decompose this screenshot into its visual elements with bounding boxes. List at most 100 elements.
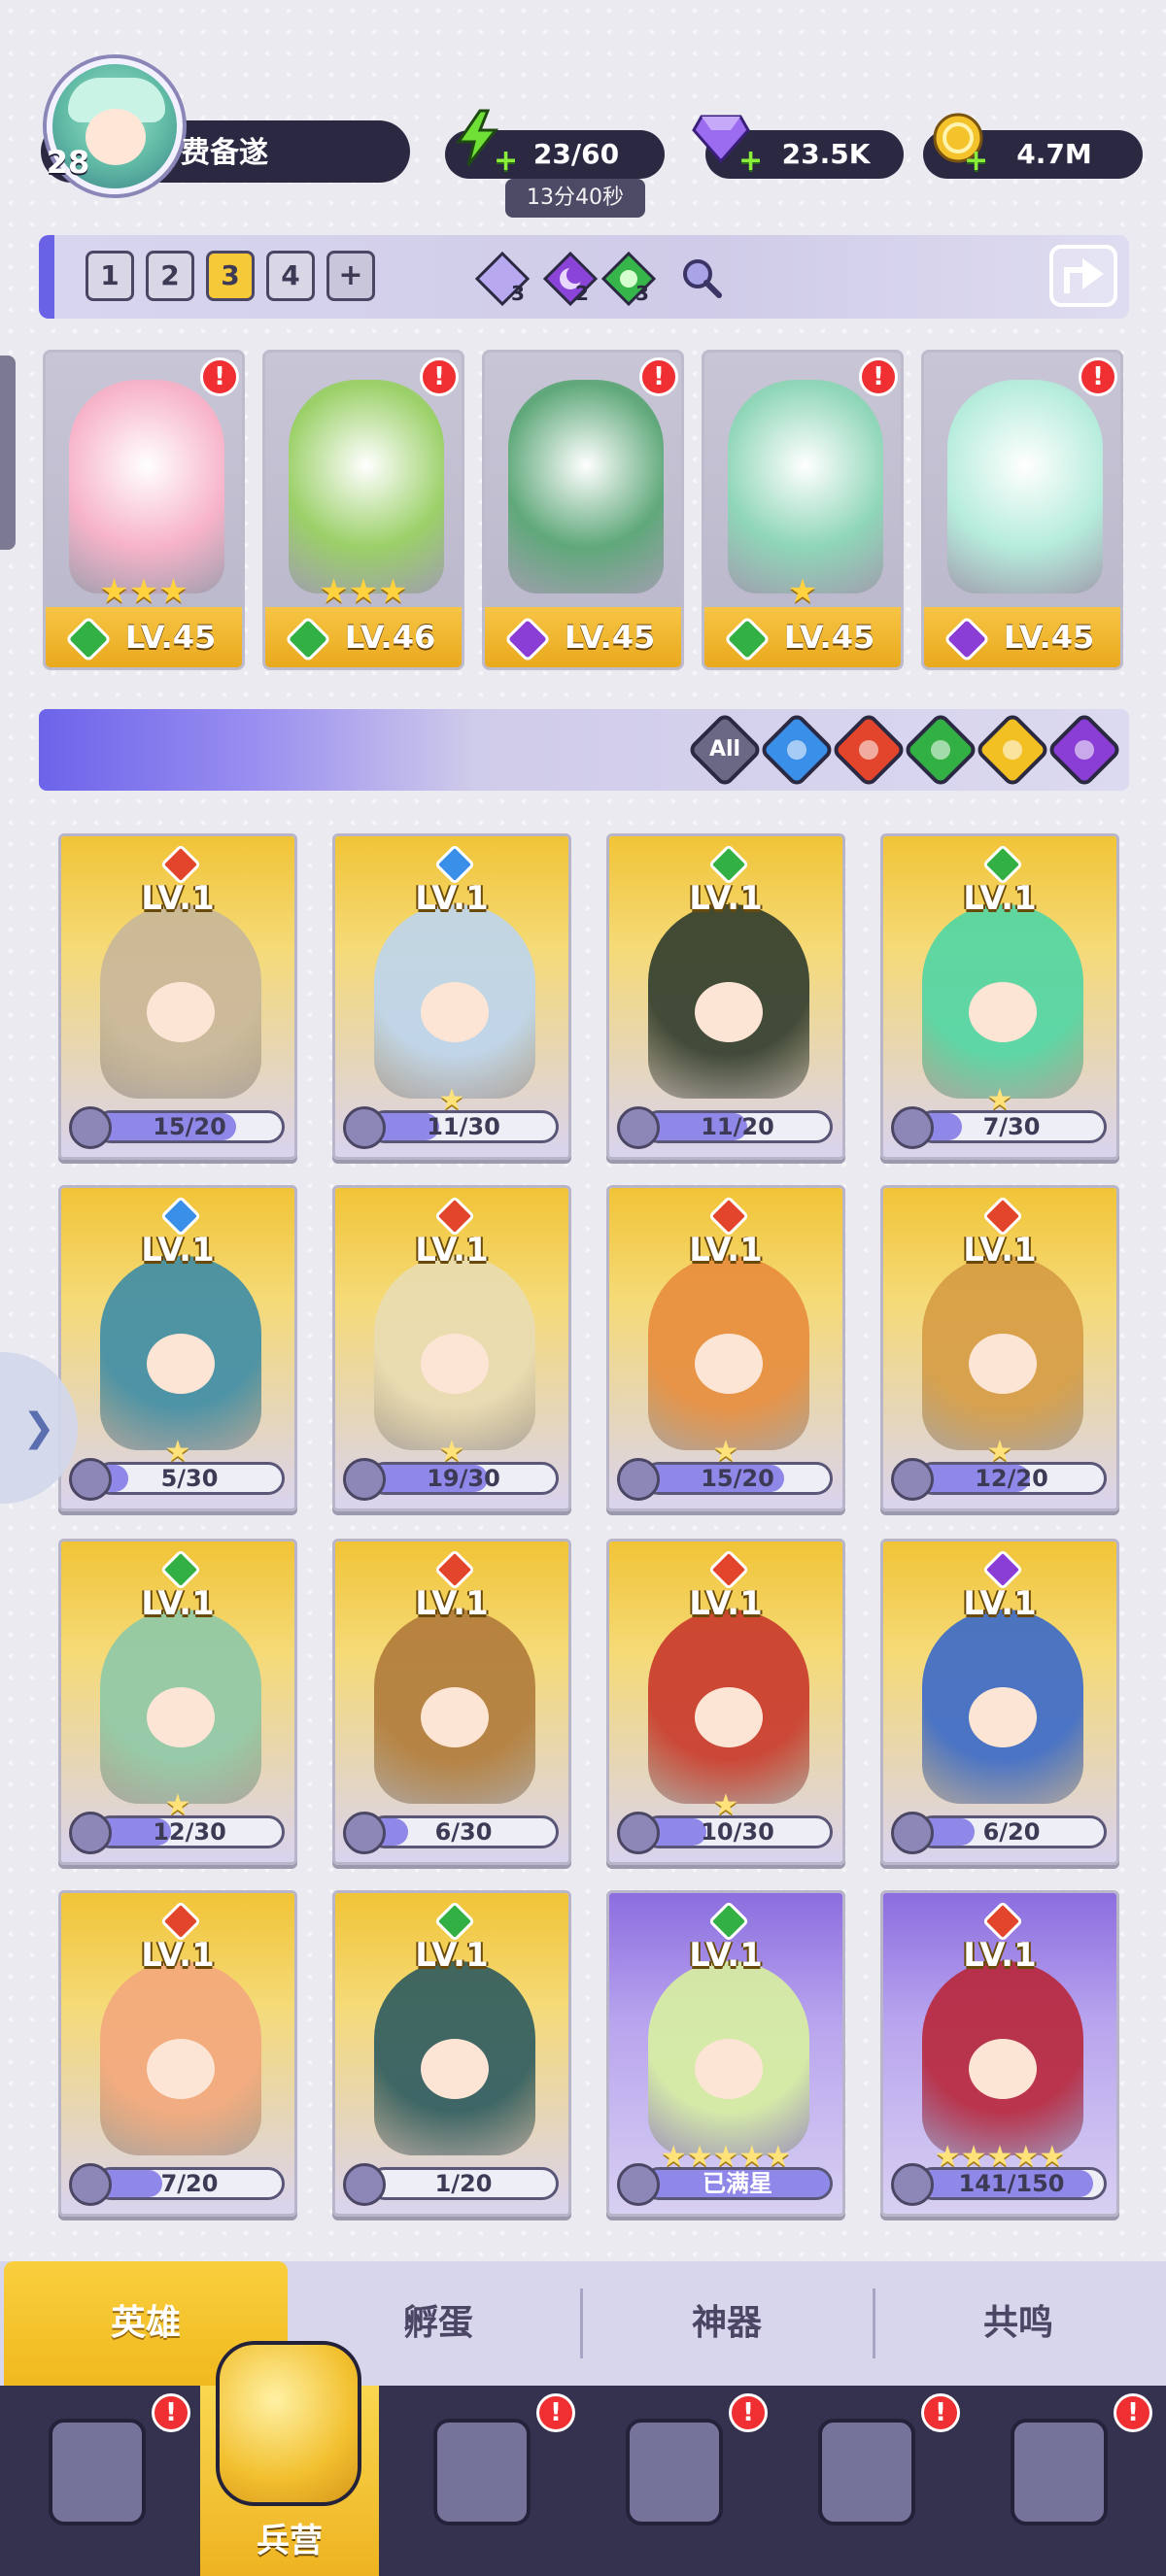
alert-badge-icon: ! (1114, 2393, 1152, 2432)
shard-count: 5/30 (160, 1465, 219, 1492)
nature-element-icon (723, 615, 771, 663)
shard-count: 141/150 (958, 2170, 1065, 2197)
team-tab-3[interactable]: 3 (206, 251, 255, 301)
team-tab-4[interactable]: 4 (266, 251, 315, 301)
castle-icon (626, 2419, 723, 2525)
add-gems-icon[interactable]: + (738, 144, 763, 178)
alert-badge-icon: ! (921, 2393, 960, 2432)
hero-level: LV.1 (141, 879, 215, 918)
magnifier-icon[interactable] (678, 254, 725, 301)
hero-level: LV.1 (415, 879, 489, 918)
shard-count: 15/20 (153, 1113, 226, 1140)
hero-card[interactable]: LV.1 ★ 10/30 (606, 1539, 845, 1865)
nav-barracks[interactable]: 兵营 (202, 2341, 377, 2564)
hero-level-bar: LV.45 (924, 607, 1120, 667)
alert-badge-icon: ! (729, 2393, 768, 2432)
hero-level: LV.1 (415, 1231, 489, 1270)
moon-icon (1075, 740, 1094, 760)
hero-card[interactable]: LV.1 6/20 (880, 1539, 1119, 1865)
hero-card[interactable]: LV.1 ★ 12/30 (58, 1539, 297, 1865)
hero-level: LV.1 (963, 879, 1037, 918)
hero-shard-icon (617, 1812, 660, 1854)
leaf-icon (931, 740, 950, 760)
hero-card[interactable]: LV.1 ★★★★★ 141/150 (880, 1890, 1119, 2217)
hero-card[interactable]: LV.1 15/20 (58, 833, 297, 1160)
add-gold-icon[interactable]: + (964, 144, 988, 178)
cards-icon (49, 2419, 146, 2525)
dark-element-icon (503, 615, 551, 663)
hero-shard-icon (891, 2163, 934, 2206)
team-hero-card[interactable]: LV.45 (482, 350, 684, 670)
team-tab-1[interactable]: 1 (86, 251, 134, 301)
shard-count: 11/20 (701, 1113, 774, 1140)
hero-stars: ★★★ (99, 572, 189, 611)
hero-card[interactable]: LV.1 ★ 11/30 (332, 833, 571, 1160)
hero-face (421, 1687, 489, 1747)
team-hero-card[interactable]: ★★★ LV.45 (43, 350, 245, 670)
shard-progress-bar: 12/20 (916, 1462, 1107, 1495)
alert-badge-icon: ! (200, 357, 239, 396)
hero-shard-icon (343, 1812, 386, 1854)
hero-level: LV.1 (689, 879, 763, 918)
hero-level: LV.45 (564, 619, 656, 656)
hero-card[interactable]: LV.1 ★ 5/30 (58, 1185, 297, 1511)
gold-value: 4.7M (1016, 138, 1092, 170)
shard-progress-bar: 19/30 (368, 1462, 559, 1495)
shard-progress-bar: 11/30 (368, 1110, 559, 1143)
water-drop-icon (787, 740, 806, 760)
hero-shard-icon (617, 1458, 660, 1501)
hero-shard-icon (343, 1458, 386, 1501)
hero-portrait (508, 380, 664, 593)
hero-portrait (289, 380, 444, 593)
hero-card[interactable]: LV.1 11/20 (606, 833, 845, 1160)
hero-card[interactable]: LV.1 7/20 (58, 1890, 297, 2217)
hero-face (421, 1334, 489, 1394)
hero-level: LV.45 (124, 619, 217, 656)
hero-level: LV.1 (141, 1936, 215, 1975)
hero-level: LV.1 (689, 1936, 763, 1975)
chevron-right-icon: ❯ (22, 1406, 55, 1450)
hero-stars: ★ (787, 572, 818, 611)
hero-face (695, 2039, 763, 2099)
hero-face (147, 1687, 215, 1747)
hero-portrait (947, 380, 1103, 593)
share-button[interactable] (1049, 245, 1117, 307)
hero-level: LV.1 (141, 1584, 215, 1623)
shard-progress-bar: 1/20 (368, 2167, 559, 2200)
shard-count: 7/20 (160, 2170, 219, 2197)
gems-value: 23.5K (781, 138, 871, 170)
hero-card[interactable]: LV.1 ★ 19/30 (332, 1185, 571, 1511)
hero-card[interactable]: LV.1 ★ 7/30 (880, 833, 1119, 1160)
shard-count: 1/20 (434, 2170, 493, 2197)
hero-face (695, 1334, 763, 1394)
side-handle[interactable] (0, 356, 16, 550)
hero-card[interactable]: LV.1 ★ 12/20 (880, 1185, 1119, 1511)
nav-label: 兵营 (257, 2522, 323, 2560)
map-book-icon (433, 2419, 531, 2525)
hero-face (969, 1687, 1037, 1747)
tab-resonance[interactable]: 共鸣 (874, 2261, 1162, 2386)
nature-element-icon (284, 615, 331, 663)
hero-card[interactable]: LV.1 ★ 15/20 (606, 1185, 845, 1511)
hero-level-bar: LV.45 (485, 607, 681, 667)
mushroom-house-icon (818, 2419, 915, 2525)
hero-shard-icon (617, 2163, 660, 2206)
shard-progress-bar: 5/30 (94, 1462, 285, 1495)
shard-progress-bar: 6/30 (368, 1815, 559, 1848)
team-hero-card[interactable]: ★★★ LV.46 (262, 350, 464, 670)
helmet-icon (216, 2341, 361, 2506)
team-tab-2[interactable]: 2 (146, 251, 194, 301)
add-team-button[interactable]: + (326, 251, 375, 301)
shard-count: 6/30 (434, 1818, 493, 1846)
add-stamina-icon[interactable]: + (494, 144, 518, 178)
hero-level: LV.1 (415, 1584, 489, 1623)
tab-artifacts[interactable]: 神器 (583, 2261, 871, 2386)
shard-progress-bar: 已满星 (642, 2167, 833, 2200)
hero-face (147, 982, 215, 1042)
hero-card[interactable]: LV.1 ★★★★★ 已满星 (606, 1890, 845, 2217)
hero-card[interactable]: LV.1 1/20 (332, 1890, 571, 2217)
hero-card[interactable]: LV.1 6/30 (332, 1539, 571, 1865)
team-hero-card[interactable]: ★ LV.45 (702, 350, 904, 670)
team-hero-card[interactable]: LV.45 (921, 350, 1123, 670)
shard-progress-bar: 7/20 (94, 2167, 285, 2200)
